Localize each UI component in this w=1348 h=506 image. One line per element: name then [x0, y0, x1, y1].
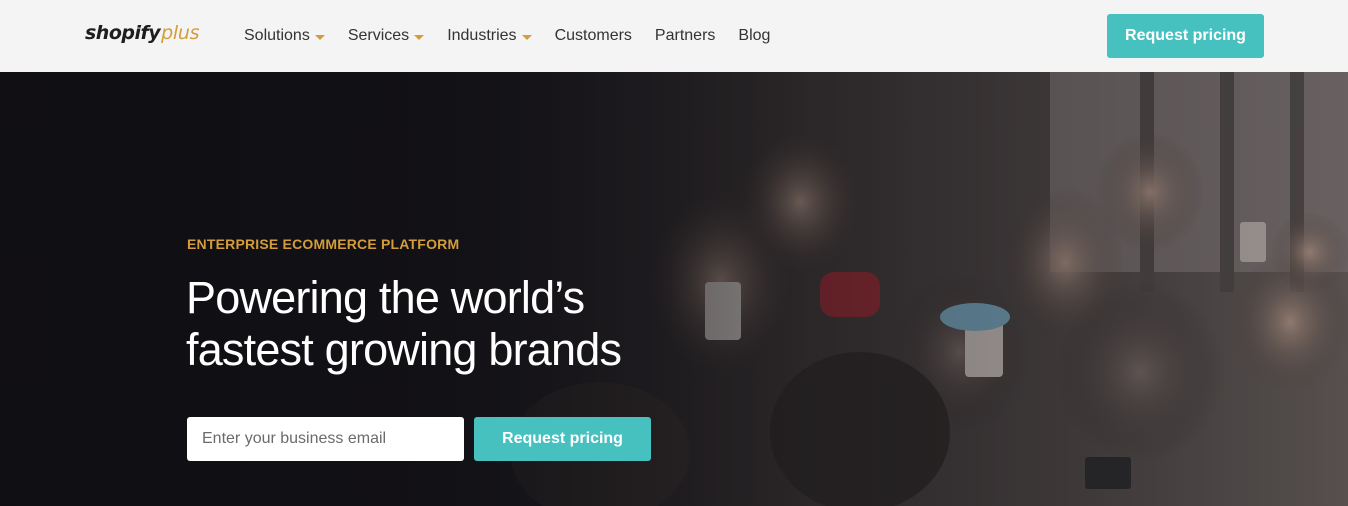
- hero-headline-line1: Powering the world’s: [186, 272, 585, 323]
- hero-headline-line2: fastest growing brands: [186, 324, 622, 375]
- nav-item-partners[interactable]: Partners: [655, 27, 715, 45]
- nav-label: Industries: [447, 27, 517, 44]
- hero-headline: Powering the world’s fastest growing bra…: [186, 272, 706, 376]
- chevron-down-icon: [314, 34, 325, 40]
- nav-label: Customers: [554, 27, 632, 44]
- nav-item-blog[interactable]: Blog: [738, 27, 770, 45]
- main-nav: Solutions Services Industries Customers …: [244, 0, 793, 72]
- chevron-down-icon: [521, 34, 532, 40]
- chevron-down-icon: [414, 34, 425, 40]
- logo-wordmark-plus: plus: [161, 22, 200, 44]
- nav-item-industries[interactable]: Industries: [447, 27, 532, 45]
- hero-eyebrow: ENTERPRISE ECOMMERCE PLATFORM: [187, 236, 460, 252]
- nav-item-services[interactable]: Services: [347, 27, 425, 45]
- top-navigation-bar: shopify plus Solutions Services Industri…: [0, 0, 1348, 72]
- hero-section: ENTERPRISE ECOMMERCE PLATFORM Powering t…: [0, 72, 1348, 506]
- nav-label: Services: [347, 27, 410, 44]
- business-email-input[interactable]: [187, 417, 464, 461]
- nav-label: Solutions: [244, 27, 310, 44]
- nav-label: Partners: [654, 27, 716, 44]
- request-pricing-header-button[interactable]: Request pricing: [1107, 14, 1264, 58]
- nav-item-customers[interactable]: Customers: [555, 27, 632, 45]
- logo-wordmark-shopify: shopify: [85, 22, 161, 44]
- nav-item-solutions[interactable]: Solutions: [244, 27, 325, 45]
- request-pricing-hero-button[interactable]: Request pricing: [474, 417, 651, 461]
- nav-label: Blog: [738, 27, 771, 44]
- shopify-plus-logo[interactable]: shopify plus: [85, 22, 200, 44]
